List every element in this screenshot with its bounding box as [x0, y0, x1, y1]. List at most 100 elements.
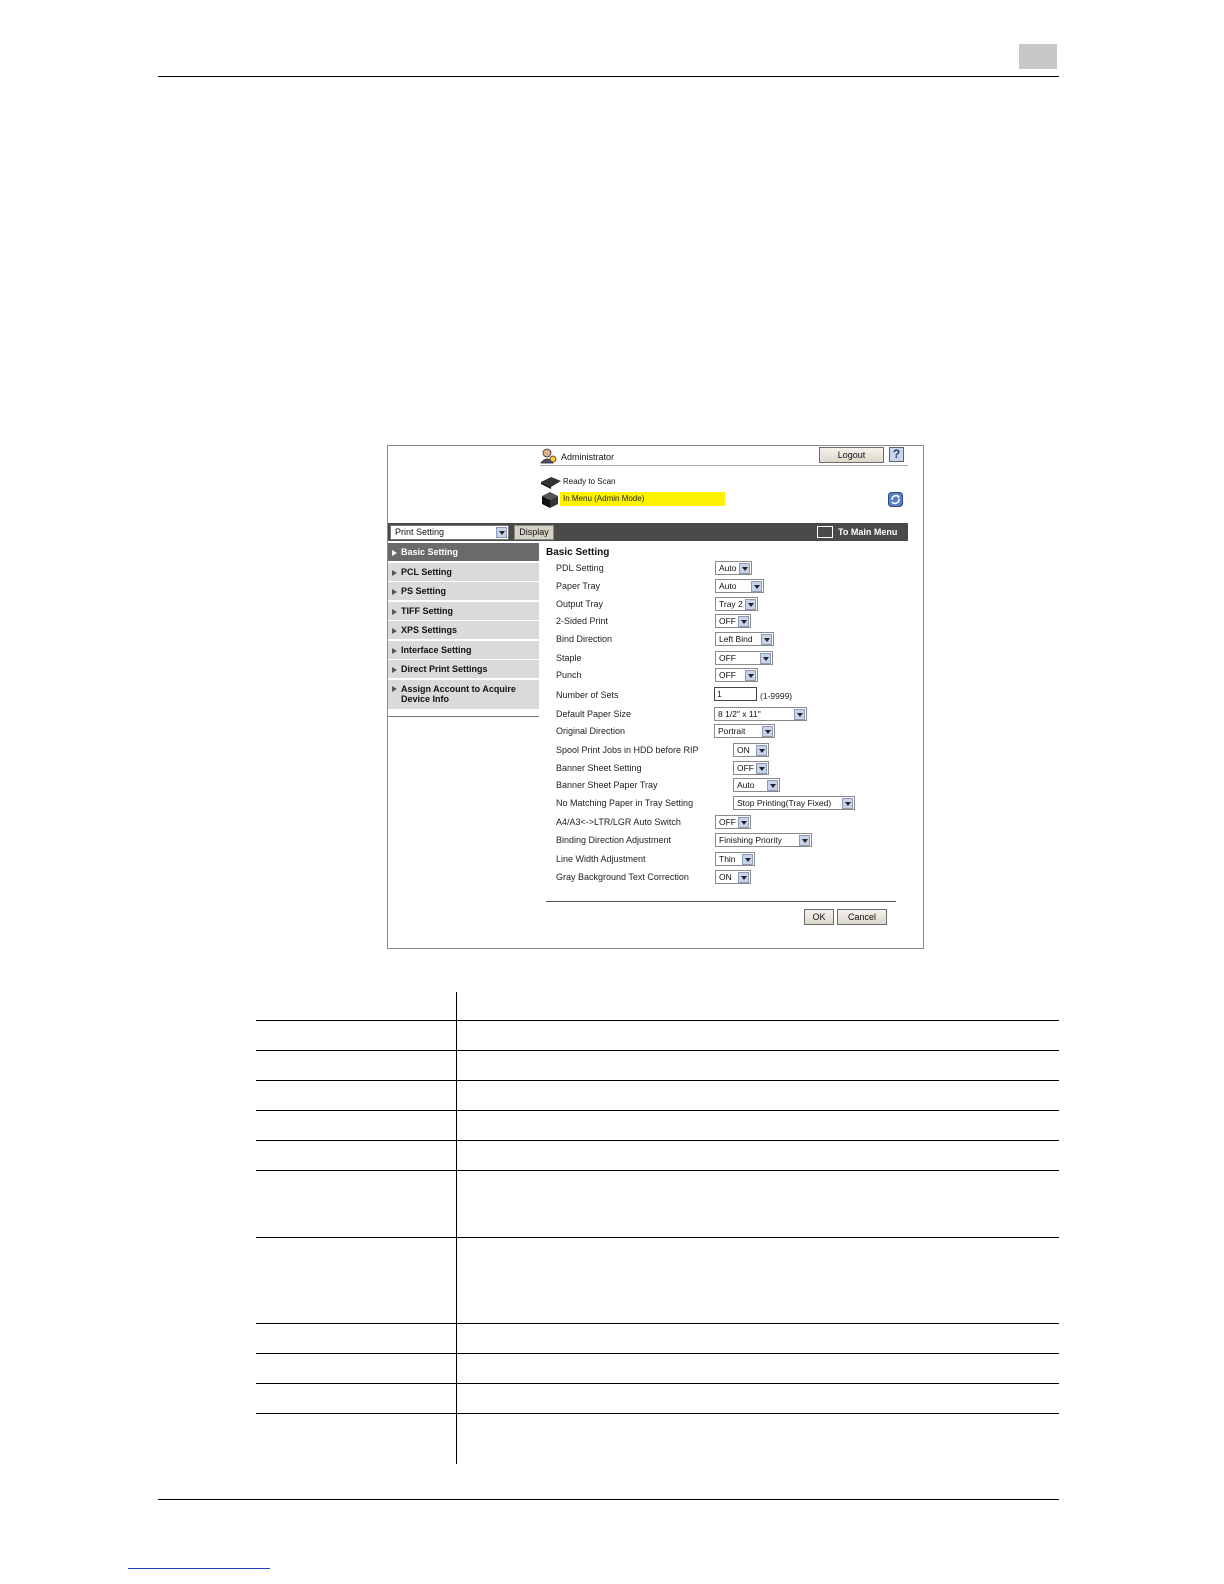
table-row-divider — [256, 1110, 1059, 1111]
pdl-setting-select[interactable]: Auto — [715, 561, 752, 575]
field-label: Default Paper Size — [556, 709, 632, 719]
chevron-down-icon — [738, 616, 749, 627]
no-matching-paper-select[interactable]: Stop Printing(Tray Fixed) — [733, 796, 855, 810]
sidebar-item-label: PS Setting — [401, 586, 447, 596]
chevron-down-icon — [745, 670, 756, 681]
user-label: Administrator — [561, 452, 615, 462]
table-row-divider — [256, 1383, 1059, 1384]
table-row-divider — [256, 1353, 1059, 1354]
select-value: Auto — [719, 581, 737, 591]
chevron-down-icon — [756, 763, 767, 774]
category-select-value: Print Setting — [395, 527, 445, 537]
sidebar-item-tiff-setting[interactable]: TIFF Setting — [388, 601, 539, 621]
sidebar-item-interface-setting[interactable]: Interface Setting — [388, 640, 539, 660]
chevron-down-icon — [751, 581, 762, 592]
form-divider — [546, 901, 896, 902]
page-tab-marker — [1019, 44, 1057, 69]
bind-direction-select[interactable]: Left Bind — [715, 632, 774, 646]
number-of-sets-input[interactable]: 1 — [714, 687, 757, 701]
chevron-down-icon — [738, 872, 749, 883]
auto-switch-select[interactable]: OFF — [715, 815, 751, 829]
binding-direction-adjustment-select[interactable]: Finishing Priority — [715, 833, 812, 847]
field-label: A4/A3<->LTR/LGR Auto Switch — [556, 817, 681, 827]
status-mode: In Menu (Admin Mode) — [560, 492, 725, 506]
two-sided-print-select[interactable]: OFF — [715, 614, 751, 628]
sidebar-item-label: XPS Settings — [401, 625, 458, 635]
sidebar-item-label: Basic Setting — [401, 547, 459, 557]
select-value: 8 1/2" x 11" — [718, 709, 761, 719]
field-label: No Matching Paper in Tray Setting — [556, 798, 694, 808]
chevron-down-icon — [756, 745, 767, 756]
select-value: ON — [737, 745, 750, 755]
select-value: Tray 2 — [719, 599, 743, 609]
printer-icon — [541, 477, 561, 489]
sidebar-divider — [388, 716, 539, 717]
field-label: Banner Sheet Paper Tray — [556, 780, 658, 790]
banner-sheet-setting-select[interactable]: OFF — [733, 761, 769, 775]
select-value: OFF — [719, 817, 736, 827]
banner-sheet-paper-tray-select[interactable]: Auto — [733, 778, 780, 792]
table-row-divider — [256, 1413, 1059, 1414]
select-value: Auto — [737, 780, 755, 790]
table-row-divider — [256, 1140, 1059, 1141]
category-select[interactable]: Print Setting — [390, 525, 509, 540]
gray-background-text-correction-select[interactable]: ON — [715, 870, 751, 884]
table-row-divider — [256, 1080, 1059, 1081]
chevron-down-icon — [762, 726, 773, 737]
original-direction-select[interactable]: Portrait — [714, 724, 775, 738]
chevron-down-icon — [742, 854, 753, 865]
field-label: Spool Print Jobs in HDD before RIP — [556, 745, 699, 755]
help-icon[interactable]: ? — [889, 447, 904, 462]
logout-button[interactable]: Logout — [819, 447, 884, 463]
header-rule — [158, 76, 1059, 77]
administrator-icon — [540, 448, 557, 464]
main-menu-icon[interactable] — [817, 526, 833, 538]
sidebar-item-ps-setting[interactable]: PS Setting — [388, 582, 539, 601]
footer-rule — [158, 1499, 1059, 1500]
sidebar-item-label: Device Info — [401, 693, 450, 704]
staple-select[interactable]: OFF — [715, 651, 773, 665]
form-title: Basic Setting — [546, 547, 610, 558]
field-label: 2-Sided Print — [556, 616, 609, 626]
table-row-divider — [256, 1050, 1059, 1051]
to-main-menu-link[interactable]: To Main Menu — [838, 527, 897, 537]
output-tray-select[interactable]: Tray 2 — [715, 597, 758, 611]
punch-select[interactable]: OFF — [715, 668, 758, 682]
field-label: Original Direction — [556, 726, 626, 736]
chevron-down-icon — [760, 653, 771, 664]
chevron-down-icon — [761, 634, 772, 645]
select-value: OFF — [737, 763, 754, 773]
status-ready: Ready to Scan — [563, 477, 616, 486]
sidebar-item-label: Assign Account to Acquire — [401, 683, 516, 694]
field-label: Staple — [556, 653, 582, 663]
field-label: PDL Setting — [556, 563, 604, 573]
sidebar-item-xps-settings[interactable]: XPS Settings — [388, 621, 539, 640]
default-paper-size-select[interactable]: 8 1/2" x 11" — [714, 707, 807, 721]
field-label: Paper Tray — [556, 581, 601, 591]
sidebar-item-assign-account[interactable]: Assign Account to Acquire Device Info — [388, 679, 539, 710]
select-value: Portrait — [718, 726, 746, 736]
sidebar-item-pcl-setting[interactable]: PCL Setting — [388, 562, 539, 582]
chevron-down-icon — [767, 780, 778, 791]
sidebar-item-basic-setting[interactable]: Basic Setting — [388, 543, 539, 562]
line-width-adjustment-select[interactable]: Thin — [715, 852, 755, 866]
footer-link-underline — [128, 1568, 270, 1569]
ok-button[interactable]: OK — [804, 909, 834, 925]
sidebar-item-direct-print-settings[interactable]: Direct Print Settings — [388, 660, 539, 679]
table-row-divider — [256, 1237, 1059, 1238]
cancel-button[interactable]: Cancel — [837, 909, 887, 925]
chevron-down-icon — [496, 527, 507, 538]
field-label: Line Width Adjustment — [556, 854, 646, 864]
chevron-down-icon — [738, 817, 749, 828]
chevron-down-icon — [739, 563, 750, 574]
paper-tray-select[interactable]: Auto — [715, 579, 764, 593]
display-button[interactable]: Display — [514, 525, 554, 540]
select-value: OFF — [719, 653, 736, 663]
table-row-divider — [256, 1323, 1059, 1324]
select-value: OFF — [719, 616, 736, 626]
screenshot-frame: Administrator Logout ? Ready to Scan In … — [387, 445, 924, 949]
field-label: Bind Direction — [556, 634, 613, 644]
spool-print-jobs-select[interactable]: ON — [733, 743, 769, 757]
refresh-icon[interactable] — [888, 492, 903, 507]
select-value: Stop Printing(Tray Fixed) — [737, 798, 832, 808]
